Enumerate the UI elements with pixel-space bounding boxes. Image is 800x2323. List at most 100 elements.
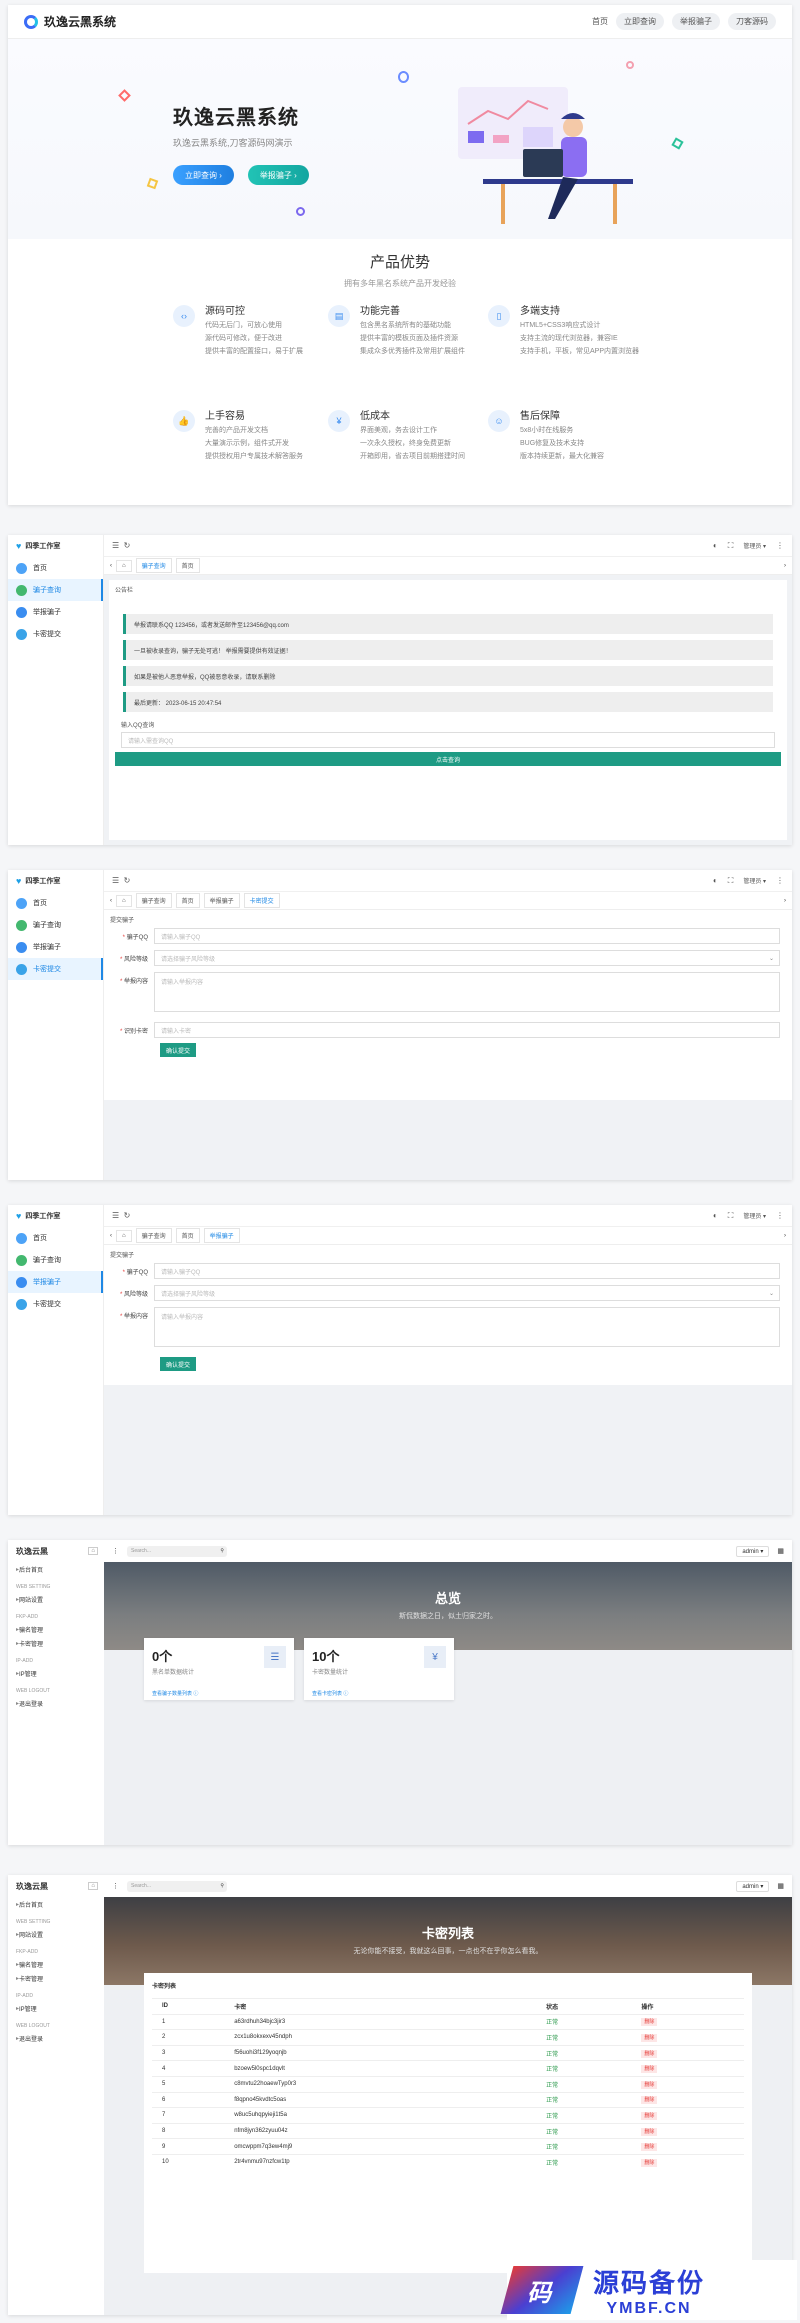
delete-button[interactable]: 删除 — [641, 2080, 658, 2089]
sidebar-item-report[interactable]: 举报骗子 — [8, 936, 103, 958]
fullscreen-icon[interactable]: ⛶ — [728, 1211, 734, 1221]
tab-home-icon[interactable]: ⌂ — [116, 559, 132, 572]
menu-toggle-icon[interactable]: ☰ — [112, 1211, 119, 1220]
tab-prev-icon[interactable]: ‹ — [110, 563, 112, 569]
dash-menu-item[interactable]: ▸ IP管理 — [8, 2001, 104, 2015]
theme-icon[interactable]: ◐ — [713, 541, 718, 550]
risk-level-select[interactable]: 请选择骗子风险等级 ⌄ — [154, 1285, 780, 1301]
menu-toggle-icon[interactable]: ☰ — [112, 876, 119, 885]
dash-menu-item[interactable]: ▸ 后台首页 — [8, 1562, 104, 1576]
admin-logo[interactable]: ♥ 四季工作室 — [8, 870, 103, 892]
sidebar-item-report[interactable]: 举报骗子 — [8, 1271, 103, 1293]
stat-link[interactable]: 查看卡密列表 ⓘ — [312, 1690, 446, 1697]
tab-next-icon[interactable]: › — [784, 898, 786, 904]
tab-prev-icon[interactable]: ‹ — [110, 1233, 112, 1239]
tab-home-icon[interactable]: ⌂ — [116, 1229, 132, 1242]
sidebar-item-home[interactable]: 首页 — [8, 557, 103, 579]
tab-home[interactable]: 首页 — [175, 558, 200, 573]
delete-button[interactable]: 删除 — [641, 2127, 658, 2136]
tab-prev-icon[interactable]: ‹ — [110, 898, 112, 904]
fullscreen-icon[interactable]: ⛶ — [728, 876, 734, 886]
nav-home[interactable]: 首页 — [592, 16, 608, 27]
delete-button[interactable]: 删除 — [641, 2049, 658, 2058]
dash-menu-item[interactable]: ▸ 网站设置 — [8, 1927, 104, 1941]
query-button[interactable]: 点击查询 — [115, 752, 781, 766]
dash-menu-item[interactable]: ▸ 卡密管理 — [8, 1636, 104, 1650]
dash-menu-item[interactable]: ▸ 退出登录 — [8, 2031, 104, 2045]
admin-logo[interactable]: ♥ 四季工作室 — [8, 535, 103, 557]
sidebar-item-query[interactable]: 骗子查询 — [8, 579, 103, 601]
tab-query[interactable]: 骗子查询 — [135, 558, 172, 573]
refresh-icon[interactable]: ↻ — [124, 876, 131, 885]
user-menu[interactable]: 管理员 ▾ — [743, 876, 766, 885]
qq-query-input[interactable]: 请输入需查询QQ — [121, 732, 775, 748]
admin-logo[interactable]: ♥ 四季工作室 — [8, 1205, 103, 1227]
tab-home-icon[interactable]: ⌂ — [116, 894, 132, 907]
submit-button[interactable]: 确认提交 — [160, 1043, 196, 1057]
submit-button[interactable]: 确认提交 — [160, 1357, 196, 1371]
risk-level-select[interactable]: 请选择骗子风险等级 ⌄ — [154, 950, 780, 966]
refresh-icon[interactable]: ↻ — [124, 1211, 131, 1220]
sidebar-item-card[interactable]: 卡密提交 — [8, 958, 103, 980]
delete-button[interactable]: 删除 — [641, 2033, 658, 2042]
menu-toggle-icon[interactable]: ⋮ — [112, 1547, 119, 1555]
dash-menu-item[interactable]: ▸ 卡密管理 — [8, 1971, 104, 1985]
tab-report[interactable]: 举报骗子 — [203, 893, 240, 908]
query-now-button[interactable]: 立即查询 › — [173, 165, 234, 185]
sidebar-item-card[interactable]: 卡密提交 — [8, 623, 103, 645]
dash-menu-item[interactable]: ▸ 骗名管理 — [8, 1622, 104, 1636]
report-button[interactable]: 举报骗子 › — [247, 165, 309, 185]
dash-menu-item[interactable]: ▸ 网站设置 — [8, 1592, 104, 1606]
tab-next-icon[interactable]: › — [784, 1233, 786, 1239]
card-input[interactable]: 请输入卡密 — [154, 1022, 780, 1038]
search-input[interactable]: Search... ⚲ — [127, 1545, 227, 1557]
admin-user-menu[interactable]: admin ▾ — [736, 1880, 770, 1892]
fullscreen-icon[interactable]: ⛶ — [728, 541, 734, 551]
delete-button[interactable]: 删除 — [641, 2111, 658, 2120]
brand-name[interactable]: 玖逸云黑系统 — [44, 13, 116, 30]
theme-icon[interactable]: ◐ — [713, 1211, 718, 1220]
more-icon[interactable]: ⋮ — [776, 876, 784, 885]
collapse-icon[interactable]: ⌂ — [88, 1882, 98, 1890]
delete-button[interactable]: 删除 — [641, 2158, 658, 2167]
nav-report[interactable]: 举报骗子 — [672, 13, 720, 30]
menu-toggle-icon[interactable]: ☰ — [112, 541, 119, 550]
refresh-icon[interactable]: ↻ — [124, 541, 131, 550]
delete-button[interactable]: 删除 — [641, 2096, 658, 2105]
user-menu[interactable]: 管理员 ▾ — [743, 1211, 766, 1220]
sidebar-item-report[interactable]: 举报骗子 — [8, 601, 103, 623]
dash-menu-item[interactable]: ▸ 退出登录 — [8, 1696, 104, 1710]
content-textarea[interactable]: 请输入举报内容 — [154, 972, 780, 1012]
content-textarea[interactable]: 请输入举报内容 — [154, 1307, 780, 1347]
collapse-icon[interactable]: ⌂ — [88, 1547, 98, 1555]
user-menu[interactable]: 管理员 ▾ — [743, 541, 766, 550]
dash-menu-item[interactable]: ▸ 骗名管理 — [8, 1957, 104, 1971]
delete-button[interactable]: 删除 — [641, 2143, 658, 2152]
qq-input[interactable]: 请输入骗子QQ — [154, 928, 780, 944]
tab-report[interactable]: 举报骗子 — [203, 1228, 240, 1243]
menu-toggle-icon[interactable]: ⋮ — [112, 1882, 119, 1890]
more-icon[interactable]: ⋮ — [776, 1211, 784, 1220]
tab-home[interactable]: 首页 — [175, 893, 200, 908]
tab-next-icon[interactable]: › — [784, 563, 786, 569]
grid-icon[interactable]: ▦ — [777, 1882, 784, 1890]
dash-menu-item[interactable]: ▸ IP管理 — [8, 1666, 104, 1680]
admin-user-menu[interactable]: admin ▾ — [736, 1545, 770, 1557]
tab-query[interactable]: 骗子查询 — [135, 893, 172, 908]
qq-input[interactable]: 请输入骗子QQ — [154, 1263, 780, 1279]
theme-icon[interactable]: ◐ — [713, 876, 718, 885]
stat-link[interactable]: 查看骗子数量列表 ⓘ — [152, 1690, 286, 1697]
delete-button[interactable]: 删除 — [641, 2065, 658, 2074]
sidebar-item-home[interactable]: 首页 — [8, 892, 103, 914]
tab-query[interactable]: 骗子查询 — [135, 1228, 172, 1243]
more-icon[interactable]: ⋮ — [776, 541, 784, 550]
sidebar-item-card[interactable]: 卡密提交 — [8, 1293, 103, 1315]
search-input[interactable]: Search... ⚲ — [127, 1880, 227, 1892]
sidebar-item-query[interactable]: 骗子查询 — [8, 914, 103, 936]
tab-card[interactable]: 卡密提交 — [243, 893, 280, 908]
nav-query[interactable]: 立即查询 — [616, 13, 664, 30]
sidebar-item-home[interactable]: 首页 — [8, 1227, 103, 1249]
delete-button[interactable]: 删除 — [641, 2018, 658, 2027]
nav-source[interactable]: 刀客源码 — [728, 13, 776, 30]
sidebar-item-query[interactable]: 骗子查询 — [8, 1249, 103, 1271]
